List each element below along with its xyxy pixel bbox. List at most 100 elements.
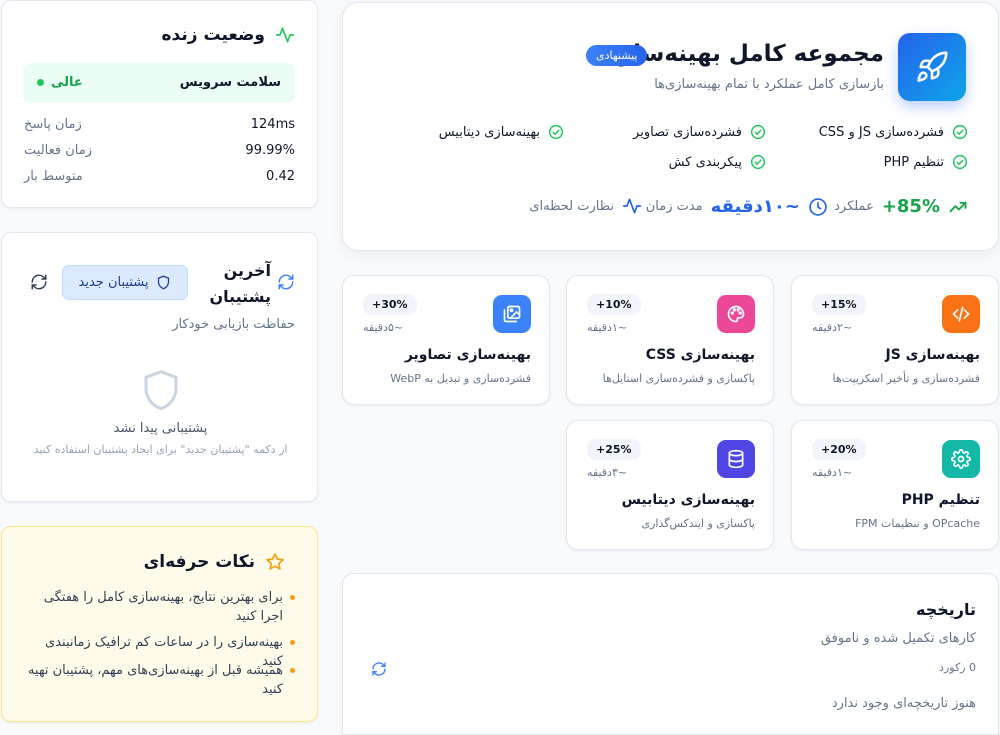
performance-value: +85% <box>881 196 940 217</box>
recommended-badge: پیشنهادی <box>586 45 648 66</box>
bullet-dot <box>290 668 295 673</box>
backup-card: آخرین پشتیبان پشتیبان جدید حفاظت بازیابی… <box>1 232 318 502</box>
history-subtitle: کارهای تکمیل شده و ناموفق <box>820 631 976 646</box>
star-icon <box>265 552 285 572</box>
refresh-icon[interactable] <box>277 273 295 291</box>
tips-title: نکات حرفه‌ای <box>144 552 285 572</box>
card-description: پاکسازی و ایندکس‌گذاری <box>641 517 755 530</box>
palette-icon <box>717 295 755 333</box>
history-empty: هنوز تاریخچه‌ای وجود ندارد <box>831 696 976 711</box>
performance-stat: +85% عملکرد <box>834 196 968 217</box>
check-circle-icon <box>750 154 766 170</box>
tip-text: همیشه قبل از بهینه‌سازی‌های مهم، پشتیبان… <box>27 663 283 697</box>
trending-up-icon <box>948 197 968 217</box>
feature-label: بهینه‌سازی دیتابیس <box>438 124 540 140</box>
history-card: تاریخچه کارهای تکمیل شده و ناموفق 0 رکور… <box>342 573 999 735</box>
time-estimate: ~۳دقیقه <box>587 466 628 479</box>
record-count: 0 رکورد <box>939 661 976 674</box>
card-description: فشرده‌سازی و تأخیر اسکریپت‌ها <box>832 372 980 385</box>
metric-value: 99.99% <box>245 143 295 158</box>
card-title: بهینه‌سازی JS <box>885 347 980 363</box>
time-estimate: ~۲دقیقه <box>812 321 853 334</box>
feature-item: فشرده‌سازی JS و CSS <box>819 124 968 140</box>
check-circle-icon <box>952 154 968 170</box>
card-title: بهینه‌سازی دیتابیس <box>621 492 755 508</box>
feature-label: فشرده‌سازی تصاویر <box>633 124 742 140</box>
feature-item: فشرده‌سازی تصاویر <box>633 124 766 140</box>
tip-text: برای بهترین نتایج، بهینه‌سازی کامل را هف… <box>43 590 283 624</box>
metric-label: متوسط بار <box>24 169 83 184</box>
card-description: پاکسازی و فشرده‌سازی استایل‌ها <box>602 372 755 385</box>
duration-stat: ~۱۰دقیقه مدت زمان <box>646 196 828 217</box>
tips-title-text: نکات حرفه‌ای <box>143 552 255 572</box>
backup-subtitle: حفاظت بازیابی خودکار <box>172 317 295 332</box>
metric-value: 124ms <box>250 117 295 132</box>
optimization-card-images[interactable]: +30% ~۵دقیقه بهینه‌سازی تصاویر فشرده‌ساز… <box>342 275 550 405</box>
card-title: بهینه‌سازی CSS <box>645 347 755 363</box>
clock-icon <box>808 197 828 217</box>
feature-label: فشرده‌سازی JS و CSS <box>818 124 944 140</box>
backup-title: آخرین پشتیبان <box>209 258 271 310</box>
card-title: تنظیم PHP <box>901 492 980 508</box>
feature-item: بهینه‌سازی دیتابیس <box>439 124 564 140</box>
images-icon <box>493 295 531 333</box>
time-estimate: ~۱دقیقه <box>587 321 628 334</box>
hero-subtitle: بازسازی کامل عملکرد با تمام بهینه‌سازی‌ه… <box>654 77 884 92</box>
optimization-card-php[interactable]: +20% ~۱دقیقه تنظیم PHP OPcache و تنظیمات… <box>791 420 999 550</box>
health-value: عالی <box>37 75 83 90</box>
empty-state-title: پشتیبانی پیدا نشد <box>113 421 208 436</box>
feature-item: تنظیم PHP <box>884 154 968 170</box>
monitor-stat: نظارت لحظه‌ای <box>529 196 642 216</box>
feature-item: پیکربندی کش <box>669 154 766 170</box>
live-status-title-text: وضعیت زنده <box>161 25 265 45</box>
new-backup-button[interactable]: پشتیبان جدید <box>62 265 188 300</box>
gain-badge: +15% <box>812 294 866 315</box>
card-description: فشرده‌سازی و تبدیل به WebP <box>390 372 531 385</box>
activity-icon <box>622 196 642 216</box>
gain-badge: +20% <box>812 439 866 460</box>
live-status-title: وضعیت زنده <box>162 25 295 45</box>
time-estimate: ~۵دقیقه <box>363 321 404 334</box>
gain-badge: +10% <box>587 294 641 315</box>
new-backup-label: پشتیبان جدید <box>78 275 149 290</box>
metric-label: زمان فعالیت <box>24 143 92 158</box>
backup-title-line: آخرین <box>223 261 271 280</box>
health-value-text: عالی <box>51 75 83 90</box>
duration-value: ~۱۰دقیقه <box>710 196 800 217</box>
full-optimization-card[interactable]: مجموعه کامل بهینه‌سازی پیشنهادی بازسازی … <box>342 2 999 251</box>
shield-icon <box>141 368 181 412</box>
tip-item: همیشه قبل از بهینه‌سازی‌های مهم، پشتیبان… <box>27 661 295 699</box>
optimization-card-database[interactable]: +25% ~۳دقیقه بهینه‌سازی دیتابیس پاکسازی … <box>566 420 774 550</box>
database-icon <box>717 440 755 478</box>
service-health-row: سلامت سرویس عالی <box>23 63 295 103</box>
rocket-icon <box>898 33 966 101</box>
feature-label: تنظیم PHP <box>883 154 944 170</box>
empty-state-hint: از دکمه "پشتیبان جدید" برای ایجاد پشتیبا… <box>33 443 288 456</box>
history-title: تاریخچه <box>916 600 976 619</box>
tip-item: برای بهترین نتایج، بهینه‌سازی کامل را هف… <box>27 588 295 626</box>
shield-icon <box>156 275 171 290</box>
bullet-dot <box>290 595 295 600</box>
gain-badge: +30% <box>363 294 417 315</box>
refresh-icon[interactable] <box>371 661 387 677</box>
duration-label: مدت زمان <box>645 199 703 214</box>
refresh-icon[interactable] <box>30 273 48 291</box>
activity-icon <box>275 25 295 45</box>
backup-title-line: پشتیبان <box>209 287 271 306</box>
metric-value: 0.42 <box>266 169 295 184</box>
performance-label: عملکرد <box>834 199 874 214</box>
pro-tips-card: نکات حرفه‌ای برای بهترین نتایج، بهینه‌سا… <box>1 526 318 722</box>
card-description: OPcache و تنظیمات FPM <box>855 517 980 530</box>
optimization-card-js[interactable]: +15% ~۲دقیقه بهینه‌سازی JS فشرده‌سازی و … <box>791 275 999 405</box>
monitor-label: نظارت لحظه‌ای <box>529 198 614 214</box>
feature-label: پیکربندی کش <box>668 154 742 170</box>
code-icon <box>942 295 980 333</box>
gear-icon <box>942 440 980 478</box>
gain-badge: +25% <box>587 439 641 460</box>
optimization-card-css[interactable]: +10% ~۱دقیقه بهینه‌سازی CSS پاکسازی و فش… <box>566 275 774 405</box>
metric-label: زمان پاسخ <box>24 117 82 132</box>
bullet-dot <box>290 640 295 645</box>
card-title: بهینه‌سازی تصاویر <box>404 347 531 363</box>
check-circle-icon <box>750 124 766 140</box>
status-dot <box>37 79 44 86</box>
